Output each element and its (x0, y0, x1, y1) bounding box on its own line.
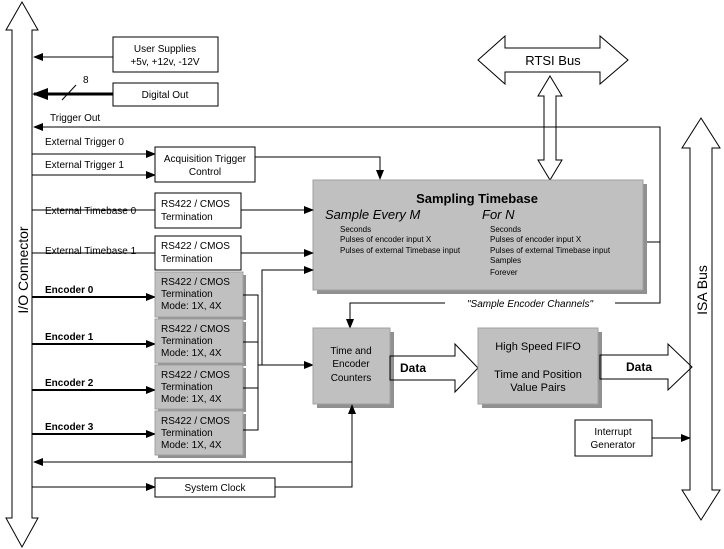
for-item: Pulses of encoder input X (490, 235, 582, 244)
user-supplies-voltages: +5v, +12v, -12V (130, 57, 199, 68)
fifo-label: Value Pairs (510, 382, 566, 394)
encoder-1: Encoder 1 RS422 / CMOSTerminationMode: 1… (32, 318, 246, 366)
for-item: Pulses of external Timebase input (490, 246, 611, 255)
every-item: Pulses of encoder input X (340, 235, 432, 244)
acq-trigger-label2: Control (189, 167, 221, 178)
io-connector-label: I/O Connector (15, 226, 31, 313)
ext-trigger-0-label: External Trigger 0 (45, 137, 124, 148)
digital-out-label: Digital Out (142, 90, 189, 101)
for-n-label: For N (482, 207, 515, 222)
timebase-title: Sampling Timebase (416, 191, 538, 206)
encoder-2: Encoder 2 RS422 / CMOSTerminationMode: 1… (32, 364, 246, 412)
rs422-label2: Termination (161, 254, 213, 265)
encoder-0: Encoder 0 RS422 / CMOSTerminationMode: 1… (32, 271, 246, 320)
svg-text:Mode: 1X, 4X: Mode: 1X, 4X (161, 301, 222, 312)
rtsi-link (537, 75, 563, 181)
encoder-3: Encoder 3 RS422 / CMOSTerminationMode: 1… (32, 410, 246, 458)
svg-text:Termination: Termination (161, 336, 213, 347)
encoder-label: Encoder 3 (45, 422, 94, 433)
encoder-label: Encoder 0 (45, 285, 94, 296)
counters-label: Counters (331, 373, 372, 384)
fifo-label: Time and Position (494, 369, 582, 381)
ext-timebase-0-label: External Timebase 0 (45, 206, 137, 217)
block-diagram: I/O Connector ISA Bus RTSI Bus User Supp… (5, 0, 721, 549)
svg-text:RS422 / CMOS: RS422 / CMOS (161, 416, 230, 427)
for-item: Samples (490, 256, 521, 265)
acq-trigger-label: Acquisition Trigger (164, 154, 247, 165)
encoder-label: Encoder 1 (45, 332, 94, 343)
svg-text:Mode: 1X, 4X: Mode: 1X, 4X (161, 440, 222, 451)
rs422-label: RS422 / CMOS (161, 199, 230, 210)
sample-encoder-label: "Sample Encoder Channels" (467, 299, 594, 310)
user-supplies-label: User Supplies (134, 44, 196, 55)
svg-text:RS422 / CMOS: RS422 / CMOS (161, 370, 230, 381)
encoder-label: Encoder 2 (45, 378, 94, 389)
encoder-bus-lines (243, 266, 314, 431)
ext-timebase-1-label: External Timebase 1 (45, 246, 137, 257)
for-item: Forever (490, 268, 518, 277)
data-label-2: Data (626, 360, 652, 374)
interrupt-label: Generator (590, 440, 636, 451)
svg-text:Termination: Termination (161, 289, 213, 300)
isa-bus (681, 117, 721, 521)
svg-text:RS422 / CMOS: RS422 / CMOS (161, 324, 230, 335)
fifo-label: High Speed FIFO (495, 341, 581, 353)
every-item: Seconds (340, 225, 371, 234)
system-clock-label: System Clock (184, 483, 246, 494)
trigger-to-timebase (255, 156, 384, 180)
svg-text:Termination: Termination (161, 428, 213, 439)
sample-every-label: Sample Every M (325, 207, 421, 222)
rs422-label: RS422 / CMOS (161, 241, 230, 252)
svg-text:RS422 / CMOS: RS422 / CMOS (161, 277, 230, 288)
ext-trigger-1-label: External Trigger 1 (45, 160, 124, 171)
svg-text:Mode: 1X, 4X: Mode: 1X, 4X (161, 348, 222, 359)
svg-text:Termination: Termination (161, 382, 213, 393)
data-label-1: Data (400, 361, 426, 375)
isa-bus-label: ISA Bus (694, 265, 710, 315)
rs422-label2: Termination (161, 212, 213, 223)
for-item: Seconds (490, 225, 521, 234)
interrupt-label: Interrupt (594, 427, 631, 438)
clock-to-counters-line (275, 404, 356, 488)
trigger-out-label: Trigger Out (50, 113, 100, 124)
svg-text:Mode: 1X, 4X: Mode: 1X, 4X (161, 394, 222, 405)
every-item: Pulses of external Timebase input (340, 246, 461, 255)
bus-width-label: 8 (83, 75, 89, 86)
counters-label: Encoder (332, 359, 370, 370)
counters-label: Time and (330, 346, 371, 357)
rtsi-bus-label: RTSI Bus (525, 53, 581, 68)
